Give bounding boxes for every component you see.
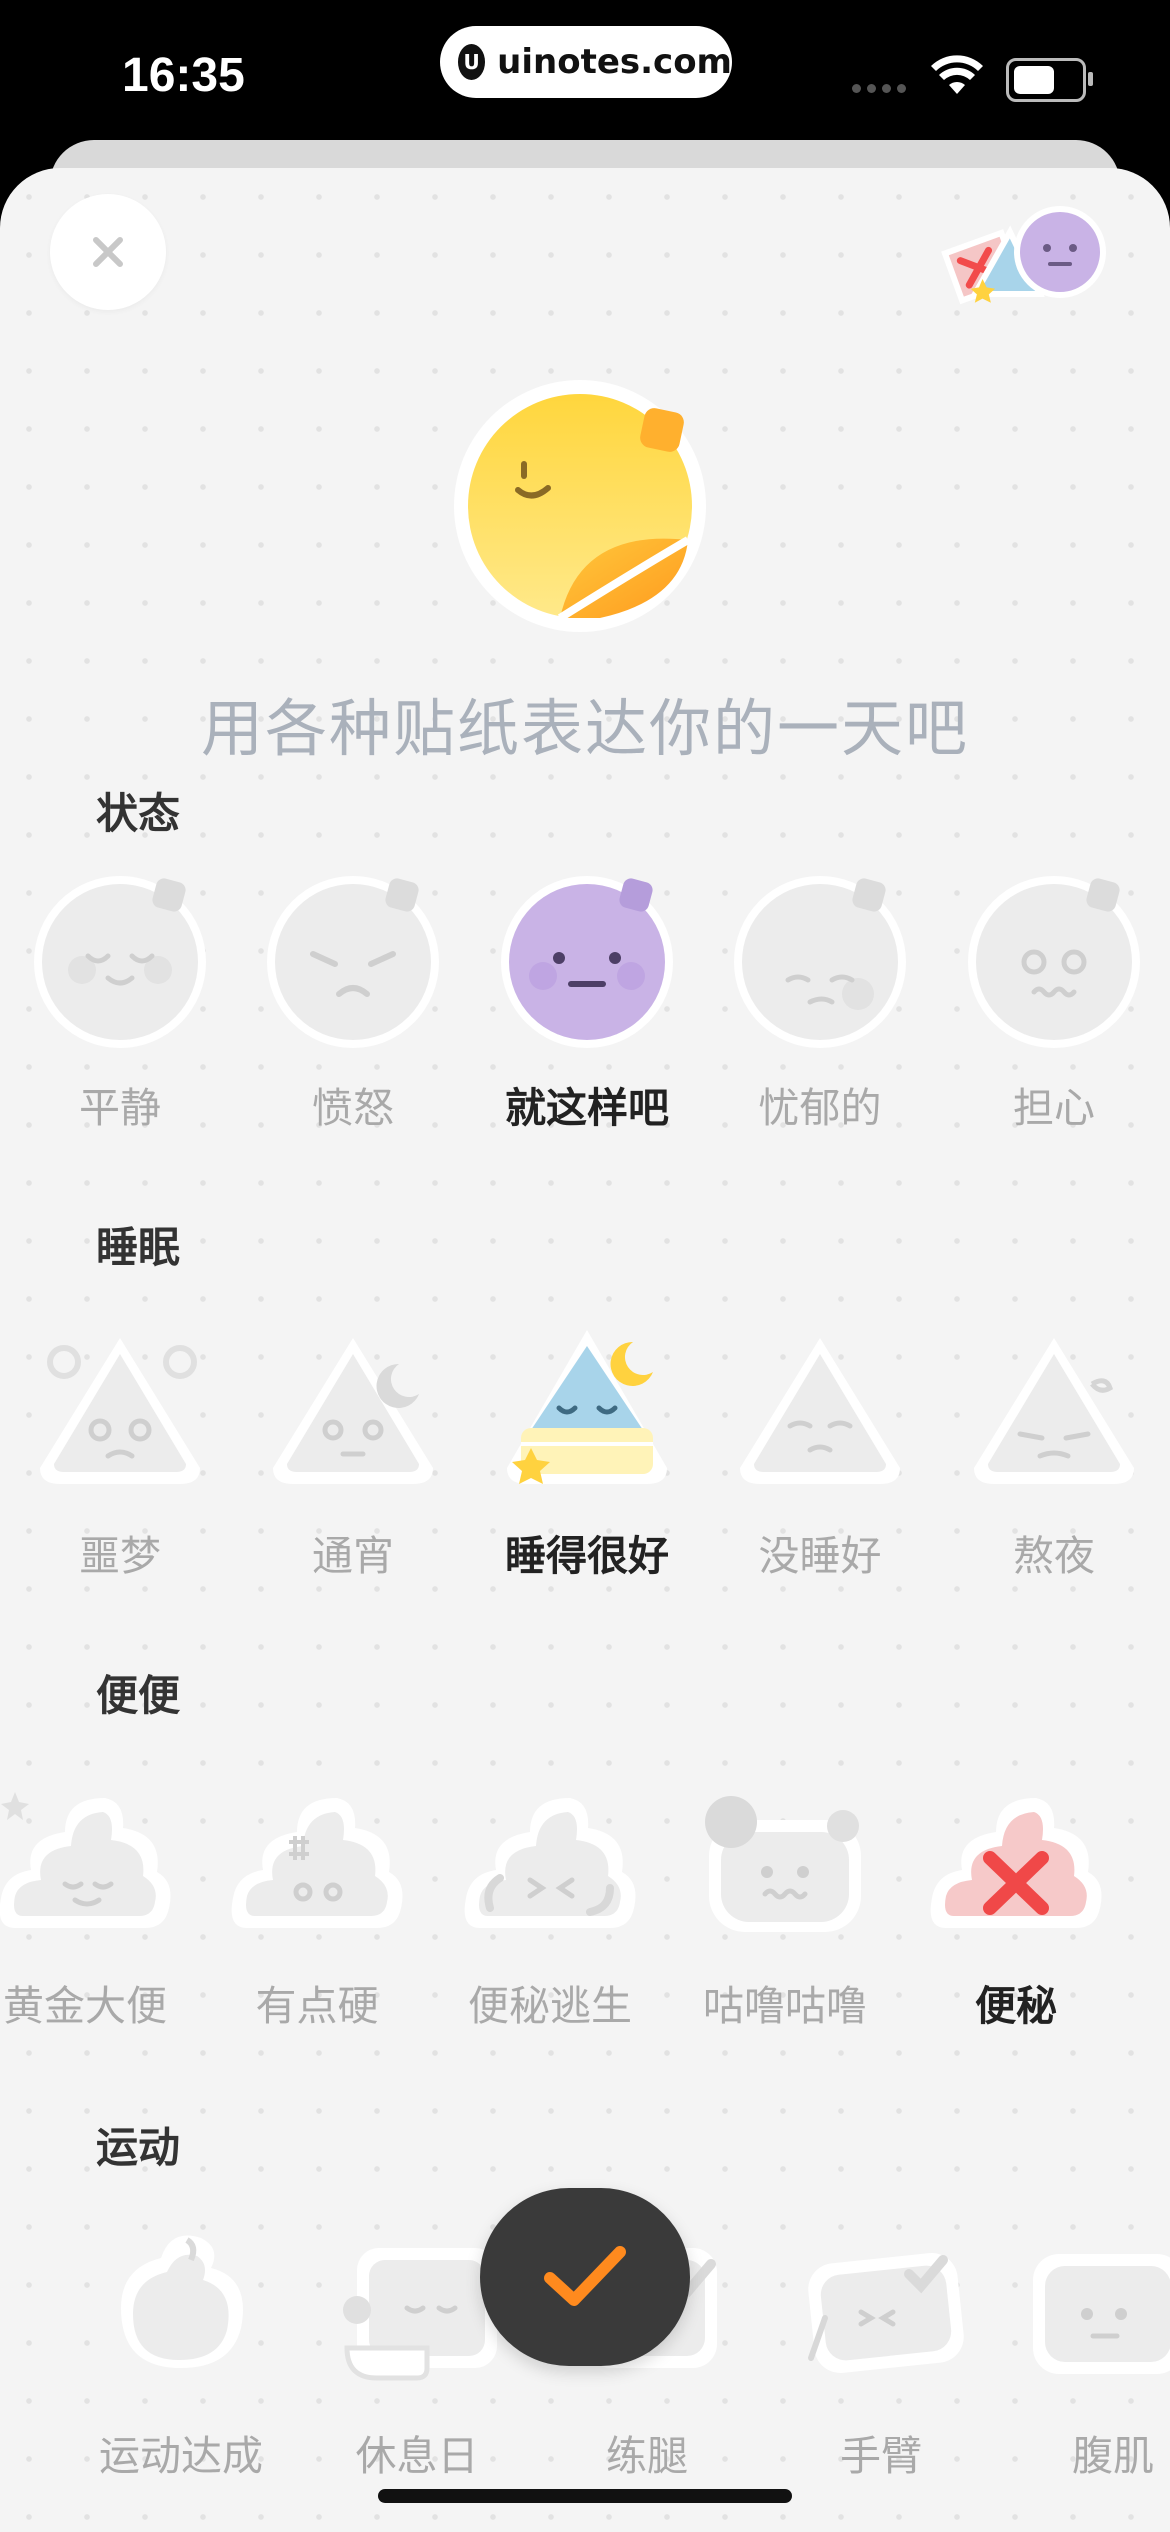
wifi-icon	[931, 55, 983, 94]
sticker-label: 就这样吧	[505, 1084, 669, 1132]
close-button[interactable]	[50, 194, 166, 310]
sticker-label: 咕噜咕噜	[703, 1982, 867, 2030]
sticker-label: 运动达成	[99, 2432, 263, 2480]
slept-well-icon	[507, 1330, 667, 1484]
nightmare-icon	[40, 1338, 200, 1484]
sticker-label: 练腿	[606, 2432, 688, 2480]
constipation-poop-icon	[930, 1798, 1102, 1928]
angry-face-icon	[267, 876, 439, 1048]
sticker-label: 黄金大便	[3, 1982, 167, 2030]
constipation-escape-icon	[464, 1798, 636, 1928]
sticker-all-nighter[interactable]: 通宵	[248, 1318, 458, 1580]
melancholy-face-icon	[734, 876, 906, 1048]
sticker-label: 忧郁的	[758, 1084, 882, 1132]
sticker-label: 没睡好	[758, 1532, 882, 1580]
sticker-slept-well[interactable]: 睡得很好	[482, 1318, 692, 1580]
sticker-melancholy[interactable]: 忧郁的	[715, 870, 925, 1132]
sticker-label: 噩梦	[79, 1532, 161, 1580]
abs-icon	[1033, 2254, 1170, 2374]
slept-badly-icon	[740, 1338, 900, 1484]
sticker-angry[interactable]: 愤怒	[248, 870, 458, 1132]
gurgling-icon	[705, 1796, 861, 1932]
battery-icon	[1006, 58, 1093, 102]
url-pill[interactable]: U uinotes.com	[440, 26, 732, 98]
sticker-label: 睡得很好	[505, 1532, 669, 1580]
sticker-gurgling[interactable]: 咕噜咕噜	[680, 1768, 890, 2030]
calm-face-icon	[34, 876, 206, 1048]
cellular-signal-icon	[852, 84, 906, 93]
sticker-arms[interactable]: 手臂	[776, 2218, 986, 2480]
sticker-picker-sheet: 用各种贴纸表达你的一天吧 状态 平静 愤怒 就这样吧 忧郁的 担心 睡眠 噩梦 …	[0, 168, 1170, 2532]
sticker-slept-badly[interactable]: 没睡好	[715, 1318, 925, 1580]
sticker-label: 便秘	[975, 1982, 1057, 2030]
rest-day-icon	[343, 2248, 497, 2381]
checkmark-icon	[544, 2246, 626, 2306]
sticker-label: 熬夜	[1013, 1532, 1095, 1580]
hard-poop-icon	[231, 1798, 403, 1928]
sticker-label: 担心	[1013, 1084, 1095, 1132]
section-title-exercise: 运动	[96, 2123, 181, 2172]
sticker-calm[interactable]: 平静	[15, 870, 225, 1132]
golden-poop-icon	[0, 1792, 171, 1928]
section-title-mood: 状态	[96, 789, 181, 838]
sticker-abs[interactable]: 腹肌	[1008, 2218, 1170, 2480]
sticker-a-bit-hard[interactable]: 有点硬	[212, 1768, 422, 2030]
worried-face-icon	[968, 876, 1140, 1048]
stay-up-late-icon	[974, 1338, 1134, 1484]
sticker-label: 休息日	[355, 2432, 479, 2480]
arms-icon	[808, 2253, 964, 2373]
sticker-label: 愤怒	[312, 1084, 394, 1132]
workout-done-icon	[121, 2235, 243, 2368]
sticker-stay-up-late[interactable]: 熬夜	[949, 1318, 1159, 1580]
sticker-label: 平静	[79, 1084, 161, 1132]
status-time: 16:35	[122, 49, 245, 102]
sticker-label: 通宵	[312, 1532, 394, 1580]
sticker-label: 有点硬	[255, 1982, 379, 2030]
section-title-poop: 便便	[96, 1671, 181, 1720]
all-nighter-icon	[273, 1338, 433, 1484]
sticker-golden-poop[interactable]: 黄金大便	[0, 1768, 190, 2030]
home-indicator	[378, 2489, 792, 2503]
sticker-constipation-escape[interactable]: 便秘逃生	[445, 1768, 655, 2030]
smiley-sticker-icon	[454, 380, 706, 632]
confirm-button[interactable]	[480, 2188, 690, 2366]
sticker-label: 手臂	[840, 2432, 922, 2480]
url-text: uinotes.com	[497, 42, 732, 82]
meh-face-icon	[501, 876, 673, 1048]
section-title-sleep: 睡眠	[96, 1223, 181, 1272]
sticker-meh[interactable]: 就这样吧	[482, 870, 692, 1132]
site-logo-icon: U	[458, 44, 486, 80]
sticker-label: 腹肌	[1072, 2432, 1154, 2480]
sticker-workout-done[interactable]: 运动达成	[76, 2218, 286, 2480]
sticker-constipation[interactable]: 便秘	[911, 1768, 1121, 2030]
sticker-label: 便秘逃生	[468, 1982, 632, 2030]
subtitle: 用各种贴纸表达你的一天吧	[200, 692, 969, 765]
sticker-worried[interactable]: 担心	[949, 870, 1159, 1132]
sticker-nightmare[interactable]: 噩梦	[15, 1318, 225, 1580]
sticker-stack-icon[interactable]	[930, 202, 1120, 312]
close-icon	[93, 237, 123, 267]
